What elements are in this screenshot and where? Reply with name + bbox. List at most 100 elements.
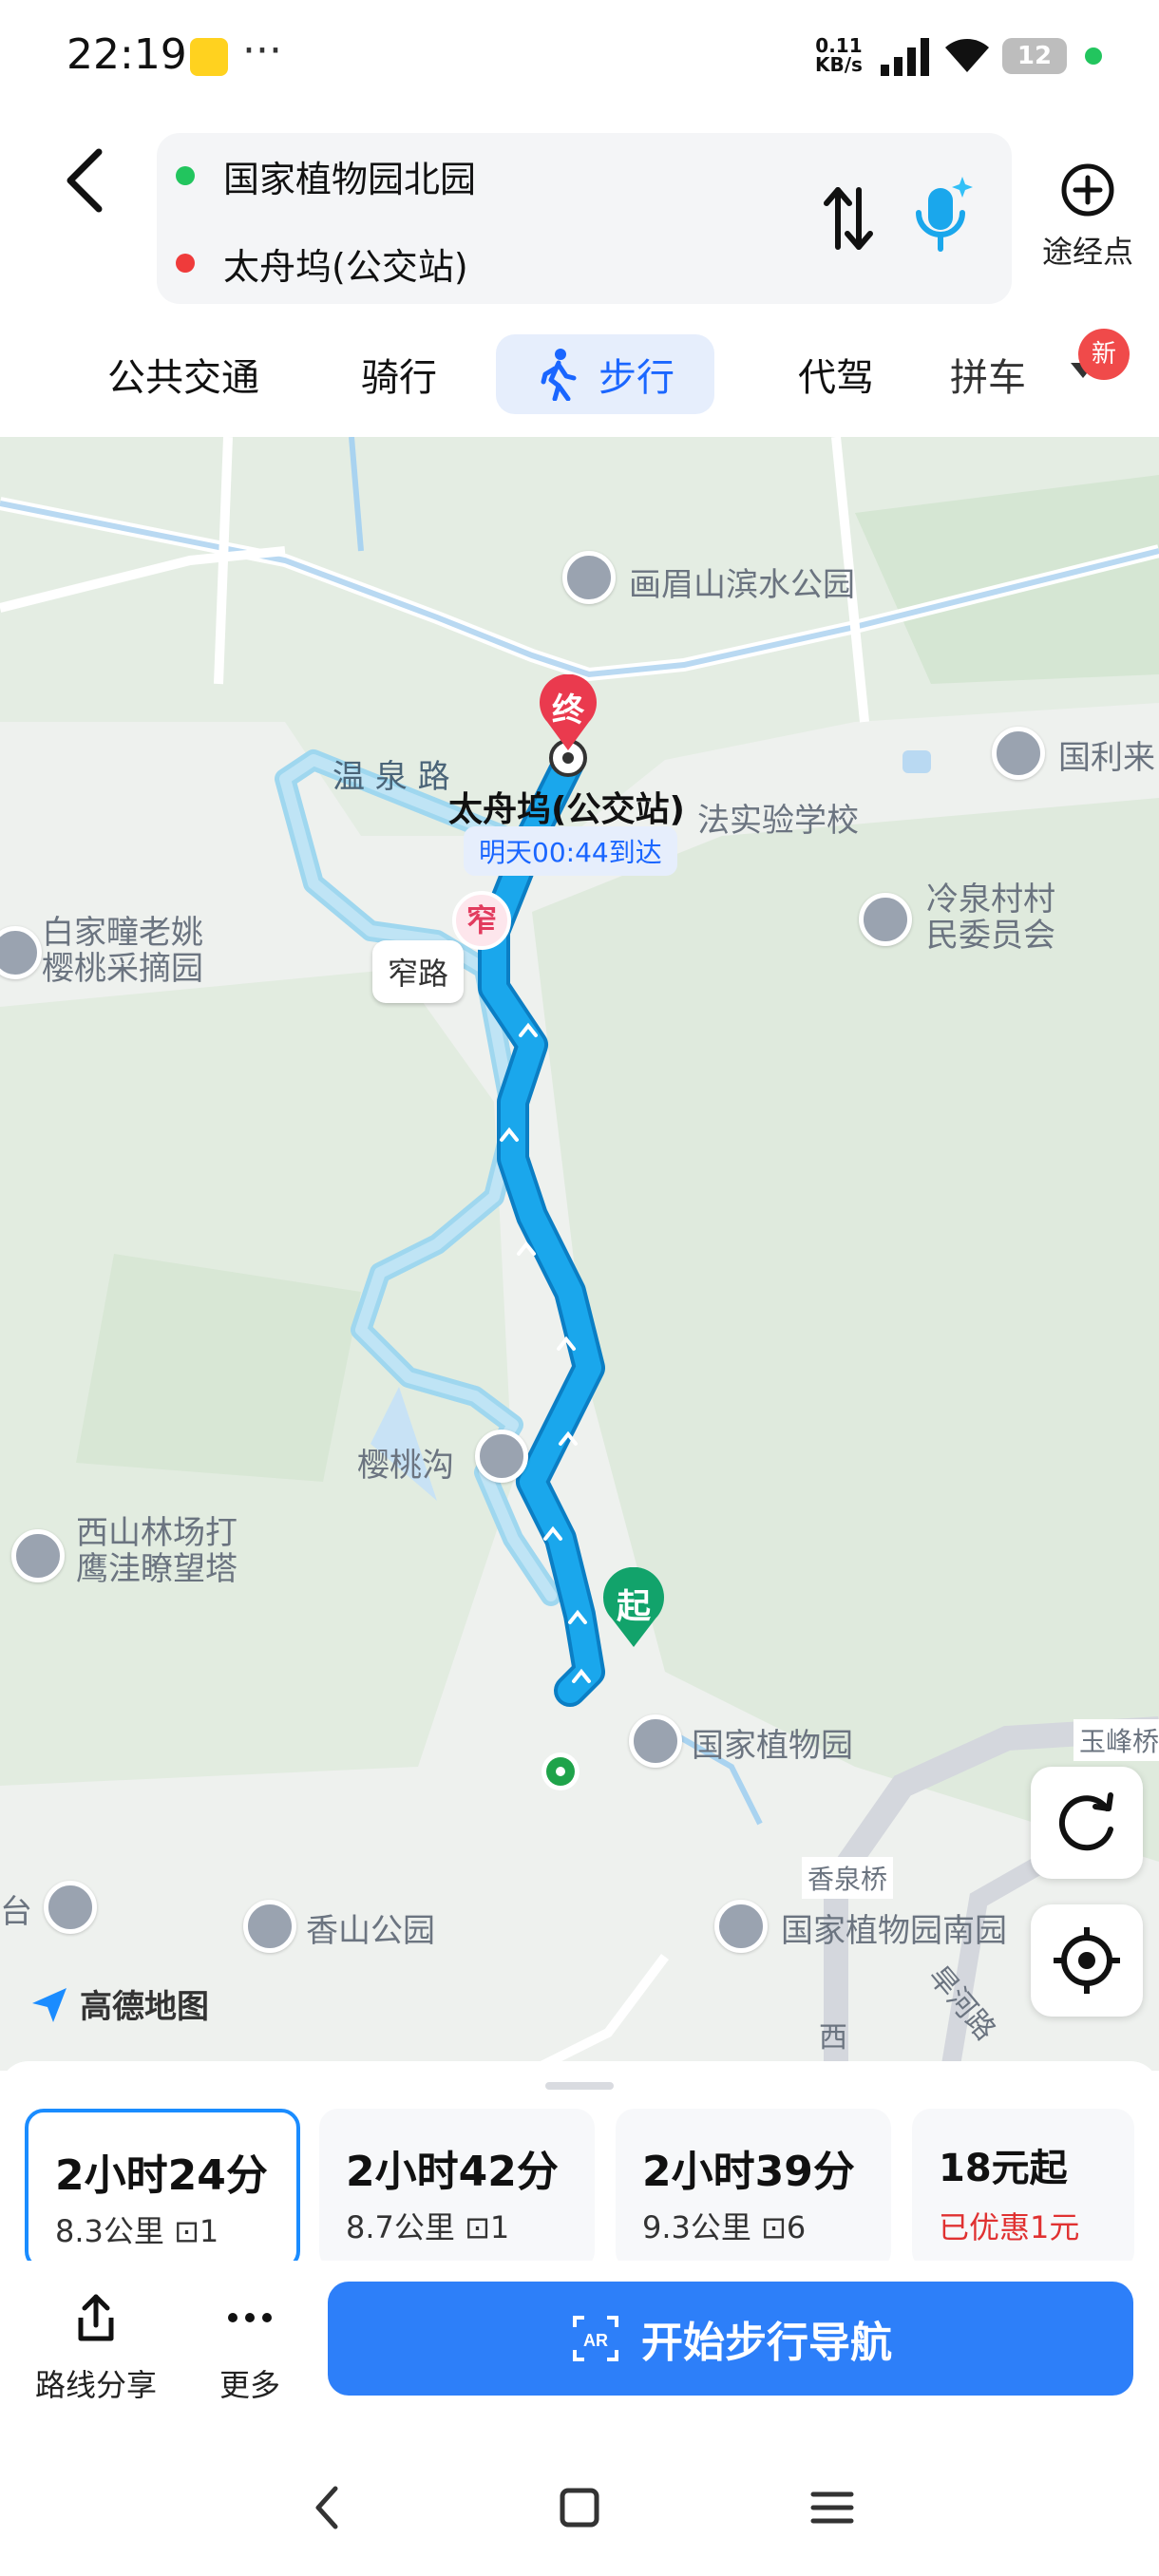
sheet-drag-handle[interactable]	[545, 2082, 614, 2090]
eta-label: 明天00:44到达	[464, 826, 677, 876]
refresh-button[interactable]	[1031, 1767, 1143, 1879]
amap-logo-text: 高德地图	[80, 1988, 209, 2026]
share-icon	[78, 2294, 114, 2341]
map-label-south-garden: 国家植物园南园	[781, 1912, 1007, 1950]
origin-text: 国家植物园北园	[223, 158, 477, 200]
map-label-baijia: 白家疃老姚 樱桃采摘园	[42, 914, 203, 988]
locate-button[interactable]	[1031, 1904, 1143, 2017]
route-detail: 8.7公里 ⊡1	[346, 2209, 510, 2245]
map-label-guoli: 国利来	[1058, 739, 1155, 777]
map-label-school: 法实验学校	[697, 802, 859, 840]
origin-field[interactable]: 国家植物园北园	[176, 147, 476, 204]
taxi-price: 18元起	[939, 2147, 1068, 2190]
new-badge: 新	[1078, 329, 1130, 380]
tab-label: 步行	[598, 356, 674, 400]
tab-label: 公共交通	[107, 356, 259, 400]
fruit-farm-icon[interactable]	[992, 727, 1045, 780]
route-option-card[interactable]: 2小时42分 8.7公里 ⊡1	[319, 2109, 595, 2270]
more-notifications-icon: ···	[242, 27, 282, 75]
network-speed-value: 0.11	[815, 34, 863, 57]
add-circle-icon	[1061, 163, 1114, 217]
destination-dot-icon	[176, 254, 195, 273]
map-label-xishan: 西山林场打 鹰洼瞭望塔	[76, 1514, 238, 1588]
government-icon[interactable]	[859, 893, 912, 946]
tab-label: 代驾	[798, 356, 874, 400]
end-pin-label: 终	[552, 691, 584, 729]
voice-mic-icon[interactable]	[907, 171, 974, 256]
map-label-road: 温 泉 路	[332, 758, 450, 796]
tab-walking[interactable]: 步行	[496, 334, 714, 414]
tab-label: 骑行	[361, 356, 437, 400]
map-label-zhiwuyuan: 国家植物园	[692, 1727, 853, 1765]
start-walking-navigation-button[interactable]: AR 开始步行导航	[328, 2282, 1133, 2396]
battery-icon: 12	[1002, 38, 1067, 74]
network-speed: 0.11 KB/s	[815, 36, 863, 74]
park-icon[interactable]	[562, 551, 616, 604]
map-label-xi: 西	[819, 2021, 847, 2055]
park-icon[interactable]	[243, 1900, 296, 1953]
route-detail: 8.3公里 ⊡1	[55, 2213, 219, 2249]
taxi-discount: 已优惠1元	[939, 2209, 1080, 2245]
map-label-tai: 台	[0, 1893, 32, 1931]
narrow-road-tag[interactable]: 窄路	[372, 940, 465, 1003]
refresh-icon	[1058, 1792, 1113, 1851]
map-label-xiangshan: 香山公园	[306, 1912, 435, 1950]
tab-carpool[interactable]: 拼车	[950, 334, 1083, 414]
start-pin-icon[interactable]: 起	[600, 1567, 667, 1649]
waypoint-label: 途经点	[1041, 234, 1133, 270]
route-option-card[interactable]: 2小时24分 8.3公里 ⊡1	[25, 2109, 300, 2270]
swap-icon[interactable]	[819, 180, 876, 256]
signal-icon	[881, 38, 929, 76]
tab-designated-driver[interactable]: 代驾	[770, 334, 902, 414]
end-pin-icon[interactable]: 终	[538, 674, 598, 752]
map-view[interactable]: 画眉山滨水公园 温 泉 路 太舟坞(公交站) 法实验学校 国利来 冷泉村村 民委…	[0, 437, 1159, 2071]
share-label: 路线分享	[34, 2367, 157, 2403]
map-label-lengquan: 冷泉村村 民委员会	[926, 881, 1055, 955]
mountain-icon[interactable]	[11, 1529, 65, 1582]
privacy-indicator-icon	[1085, 47, 1102, 65]
park-icon[interactable]	[475, 1430, 528, 1483]
system-back-icon[interactable]	[299, 2479, 356, 2536]
start-navigation-label: 开始步行导航	[641, 2319, 892, 2367]
status-time: 22:19	[66, 30, 187, 79]
system-home-icon[interactable]	[551, 2479, 608, 2536]
destination-text: 太舟坞(公交站)	[223, 245, 468, 288]
locate-icon	[1054, 1927, 1120, 1994]
map-label-destination: 太舟坞(公交站)	[448, 790, 685, 829]
transport-mode-tabs: 公共交通 骑行 步行 代驾 拼车	[0, 323, 1159, 427]
map-label-yingtaogou: 樱桃沟	[357, 1447, 454, 1485]
svg-text:AR: AR	[583, 2331, 608, 2350]
notification-app-icon	[190, 38, 228, 76]
system-menu-icon[interactable]	[804, 2479, 861, 2536]
ar-icon: AR	[573, 2316, 618, 2361]
map-label-yufeng: 玉峰桥	[1074, 1719, 1159, 1761]
status-bar: 22:19 ··· 0.11 KB/s 12	[0, 0, 1159, 114]
tab-cycling[interactable]: 骑行	[332, 334, 466, 414]
add-waypoint-button[interactable]: 途经点	[1031, 161, 1145, 275]
share-route-button[interactable]: 路线分享	[34, 2289, 158, 2405]
map-label-huameishan: 画眉山滨水公园	[629, 566, 855, 604]
route-duration: 2小时24分	[55, 2151, 268, 2200]
more-label: 更多	[218, 2367, 280, 2403]
destination-field[interactable]: 太舟坞(公交站)	[176, 235, 468, 292]
route-option-card[interactable]: 2小时39分 9.3公里 ⊡6	[616, 2109, 891, 2270]
tab-public-transit[interactable]: 公共交通	[84, 334, 283, 414]
back-arrow-icon[interactable]	[57, 142, 114, 218]
park-icon[interactable]	[629, 1714, 682, 1768]
route-detail: 9.3公里 ⊡6	[642, 2209, 807, 2245]
taxi-option-card[interactable]: 18元起 已优惠1元	[912, 2109, 1134, 2270]
network-speed-unit: KB/s	[815, 53, 863, 76]
park-icon[interactable]	[714, 1900, 768, 1953]
walking-person-icon	[541, 349, 577, 401]
more-button[interactable]: 更多	[207, 2289, 293, 2405]
more-dots-icon	[228, 2313, 272, 2322]
narrow-road-marker[interactable]: 窄	[452, 891, 511, 950]
origin-dot-icon	[176, 166, 195, 185]
start-pin-label: 起	[616, 1587, 651, 1626]
amap-logo: 高德地图	[28, 1980, 209, 2027]
tab-label: 拼车	[950, 356, 1026, 400]
route-duration: 2小时42分	[346, 2148, 559, 2196]
mountain-icon[interactable]	[44, 1881, 97, 1934]
route-duration: 2小时39分	[642, 2148, 855, 2196]
amap-logo-icon	[32, 1987, 66, 2022]
